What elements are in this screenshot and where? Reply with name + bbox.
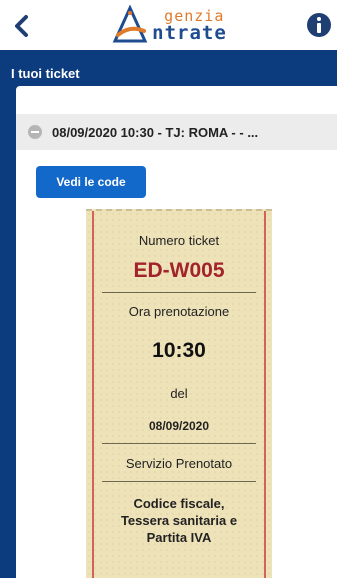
service-line-1: Codice fiscale, <box>133 496 225 511</box>
date-prefix-label: del <box>170 386 188 401</box>
section-title: I tuoi ticket <box>11 66 80 81</box>
ticket-number-label: Numero ticket <box>138 233 220 248</box>
booking-time-label: Ora prenotazione <box>128 304 230 319</box>
booking-date: 08/09/2020 <box>148 419 210 433</box>
booking-accordion-header[interactable]: 08/09/2020 10:30 - TJ: ROMA - - ... <box>16 114 337 150</box>
ticket-number: ED-W005 <box>133 259 225 282</box>
service-line-2: Tessera sanitaria e <box>120 513 238 528</box>
service-label: Servizio Prenotato <box>125 456 233 471</box>
info-icon[interactable] <box>305 11 333 39</box>
view-queues-button[interactable]: Vedi le code <box>36 166 146 198</box>
app-header: genzia ntrate <box>0 0 337 50</box>
ticket-card: Numero ticket ED-W005 Ora prenotazione 1… <box>86 209 272 578</box>
collapse-icon[interactable] <box>28 125 42 139</box>
logo-text-bottom: ntrate <box>152 22 227 44</box>
divider <box>102 443 256 444</box>
chevron-left-icon[interactable] <box>8 12 36 40</box>
service-line-3: Partita IVA <box>146 530 212 545</box>
agenzia-entrate-logo: genzia ntrate <box>110 0 227 50</box>
booking-summary: 08/09/2020 10:30 - TJ: ROMA - - ... <box>52 124 259 140</box>
divider <box>102 292 256 293</box>
logo-mark-icon <box>112 5 148 43</box>
divider <box>102 481 256 482</box>
booking-time: 10:30 <box>152 339 206 362</box>
ticket-panel: 08/09/2020 10:30 - TJ: ROMA - - ... Vedi… <box>16 86 337 578</box>
